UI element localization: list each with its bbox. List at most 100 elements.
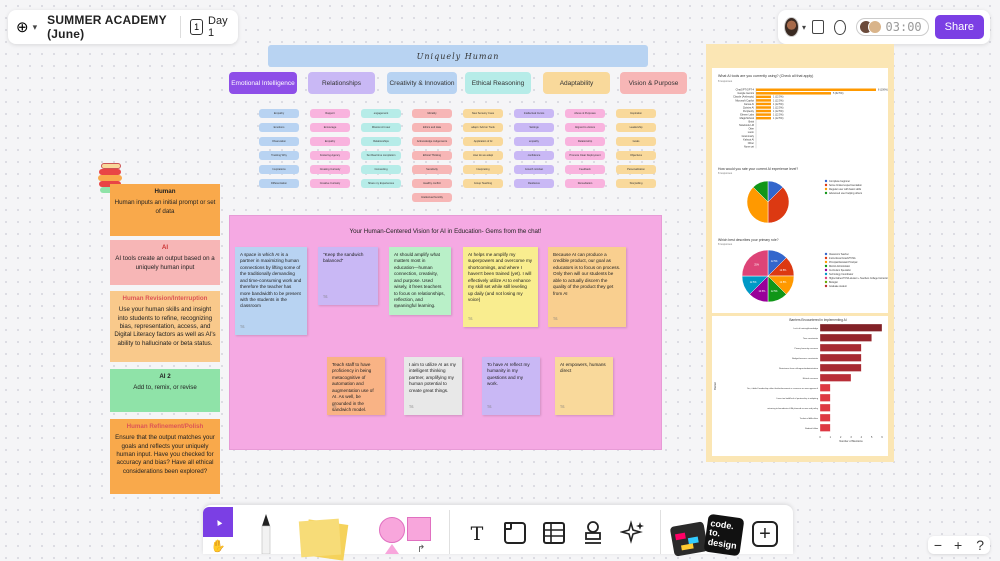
table-tool[interactable]: [543, 522, 565, 544]
barrier-label: returning to boundaries & AI planned acc…: [767, 407, 819, 410]
stack-card[interactable]: AI 2 Add to, remix, or revise: [110, 369, 220, 412]
tag-chip[interactable]: Intellectual Curios: [514, 109, 554, 118]
category-4[interactable]: Ethical Reasoning: [465, 72, 531, 94]
tag-chip[interactable]: Application of AI: [463, 137, 503, 146]
stack-card[interactable]: Human Refinement/Polish Ensure that the o…: [110, 419, 220, 494]
sticker-pack[interactable]: code. to. design: [669, 513, 745, 557]
tag-chip[interactable]: Personalization: [616, 165, 656, 174]
zoom-out-button[interactable]: −: [934, 537, 942, 553]
stack-card[interactable]: Human Human inputs an initial prompt or s…: [110, 184, 220, 236]
tag-chip[interactable]: Group Teaching: [463, 179, 503, 188]
chevron-down-icon[interactable]: ▾: [802, 23, 806, 32]
tag-chip[interactable]: Share my Experiences: [361, 179, 401, 188]
tag-chip[interactable]: Growth mindset: [514, 165, 554, 174]
sticky-note[interactable]: "Keep the sandwich balanced" TS: [318, 247, 378, 305]
frame-tool[interactable]: [504, 522, 526, 544]
tag-chip[interactable]: Set Real time completion: [361, 151, 401, 160]
tag-chip[interactable]: Interpreting: [463, 165, 503, 174]
pointer-tool[interactable]: ▲: [203, 507, 233, 537]
q1-tool-label: Microsoft Copilot: [735, 99, 754, 102]
tag-chip[interactable]: engagement: [361, 109, 401, 118]
barriers-card[interactable]: Barriers Encountered in Implementing AI L…: [712, 316, 888, 456]
chevron-down-icon[interactable]: ▾: [33, 22, 38, 33]
tag-chip[interactable]: Empathy: [259, 109, 299, 118]
sticky-note[interactable]: Teach staff to have proficiency in being…: [327, 357, 385, 415]
tag-chip[interactable]: confidence: [514, 151, 554, 160]
tag-chip[interactable]: Feedback: [565, 165, 605, 174]
tag-chip[interactable]: Creating Curiosity: [310, 165, 350, 174]
tag-chip[interactable]: Mission Art new: [361, 123, 401, 132]
sticky-note[interactable]: To have AI reflect my humanity in my que…: [482, 357, 540, 415]
banner-uniquely-human[interactable]: Uniquely Human: [268, 45, 648, 67]
tag-chip[interactable]: How do we adapt: [463, 151, 503, 160]
tag-chip[interactable]: Relationships: [361, 137, 401, 146]
tag-chip[interactable]: Relationship: [565, 137, 605, 146]
help-button[interactable]: ?: [976, 537, 984, 553]
shapes-tool[interactable]: ↱: [377, 514, 437, 555]
tag-chip[interactable]: Ethical Thinking: [412, 151, 452, 160]
chat-icon[interactable]: [834, 19, 846, 35]
tag-chip[interactable]: Encourage: [310, 123, 350, 132]
tag-chip[interactable]: Promote Clear Deployment: [565, 151, 605, 160]
board-logo-icon[interactable]: ⊕: [16, 18, 29, 36]
category-3[interactable]: Creativity & Innovation: [387, 72, 457, 94]
tag-chip[interactable]: Inspirations: [259, 165, 299, 174]
tag-chip[interactable]: Rapport: [310, 109, 350, 118]
tag-chip[interactable]: Intellectual humility: [412, 193, 452, 202]
sticky-note[interactable]: Because AI can produce a credible produc…: [548, 247, 626, 327]
stack-card[interactable]: Human Revision/Interruption Use your huma…: [110, 291, 220, 362]
hand-tool[interactable]: ✋: [208, 537, 228, 554]
tag-chip[interactable]: Empathy: [310, 137, 350, 146]
tag-chip[interactable]: Connecting: [361, 165, 401, 174]
tag-chip[interactable]: Morality: [412, 109, 452, 118]
timer-pill[interactable]: 03:00: [855, 18, 929, 36]
category-1[interactable]: Emotional Intelligence: [229, 72, 297, 94]
survey-card[interactable]: What AI tools are you currently using? (…: [712, 68, 888, 313]
tag-chip[interactable]: Ethics and data: [412, 123, 452, 132]
avatar[interactable]: [784, 17, 799, 37]
tag-chip[interactable]: Settings: [514, 123, 554, 132]
board-title[interactable]: SUMMER ACADEMY (June): [47, 13, 169, 41]
tag-chip[interactable]: Resilience: [514, 179, 554, 188]
sticky-note[interactable]: A space in which AI is a partner in maxi…: [235, 247, 307, 335]
sticky-note[interactable]: AI empowers, humans direct TS: [555, 357, 613, 415]
share-button[interactable]: Share: [934, 15, 984, 39]
tag-chip[interactable]: Observation: [259, 137, 299, 146]
tag-chip[interactable]: New Sensory Cues: [463, 109, 503, 118]
tag-chip[interactable]: Objectives: [616, 151, 656, 160]
sticky-note-tool[interactable]: [296, 516, 349, 561]
sticky-note[interactable]: AI helps me amplify my superpowers and o…: [463, 247, 538, 327]
sticky-note[interactable]: AI should amplify what matters most in e…: [389, 247, 451, 315]
stack-card[interactable]: AI AI tools create an output based on a u…: [110, 240, 220, 285]
sticky-note[interactable]: I aim to utilize AI as my intelligent th…: [404, 357, 462, 415]
tag-chip[interactable]: Creative Curiosity: [310, 179, 350, 188]
tag-chip[interactable]: Acknowledge Judgements: [412, 137, 452, 146]
tag-chip[interactable]: Differentiation: [259, 179, 299, 188]
ai-sparkle-tool[interactable]: [619, 520, 646, 546]
pen-tool[interactable]: [256, 512, 276, 555]
hand-icon: ✋: [210, 538, 226, 553]
category-6[interactable]: Vision & Purpose: [620, 72, 687, 94]
tag-chip[interactable]: Sensitivity: [412, 165, 452, 174]
tag-chip[interactable]: empathy: [514, 137, 554, 146]
add-tool-button[interactable]: +: [752, 521, 778, 547]
category-5[interactable]: Adaptability: [543, 72, 610, 94]
stamp-tool[interactable]: [583, 520, 603, 546]
tag-chip[interactable]: Healthy conflict: [412, 179, 452, 188]
tag-chip[interactable]: Aligned to visions: [565, 123, 605, 132]
tag-chip[interactable]: Remediation: [565, 179, 605, 188]
category-2[interactable]: Relationships: [308, 72, 375, 94]
tag-chip[interactable]: Inspiration: [616, 109, 656, 118]
tag-chip[interactable]: Leadership: [616, 123, 656, 132]
tag-chip[interactable]: Tracking Why: [259, 151, 299, 160]
tag-chip[interactable]: Goals: [616, 137, 656, 146]
tag-chip[interactable]: Emotions: [259, 123, 299, 132]
text-tool[interactable]: T: [462, 520, 492, 548]
tag-chip[interactable]: Fostering Agency: [310, 151, 350, 160]
panel-icon[interactable]: [812, 20, 825, 34]
zoom-in-button[interactable]: +: [954, 537, 962, 553]
tag-chip[interactable]: Storytelling: [616, 179, 656, 188]
tag-chip[interactable]: adapt / Add on Tools: [463, 123, 503, 132]
page-label[interactable]: Day 1: [208, 15, 230, 39]
tag-chip[interactable]: Above & Purposes: [565, 109, 605, 118]
